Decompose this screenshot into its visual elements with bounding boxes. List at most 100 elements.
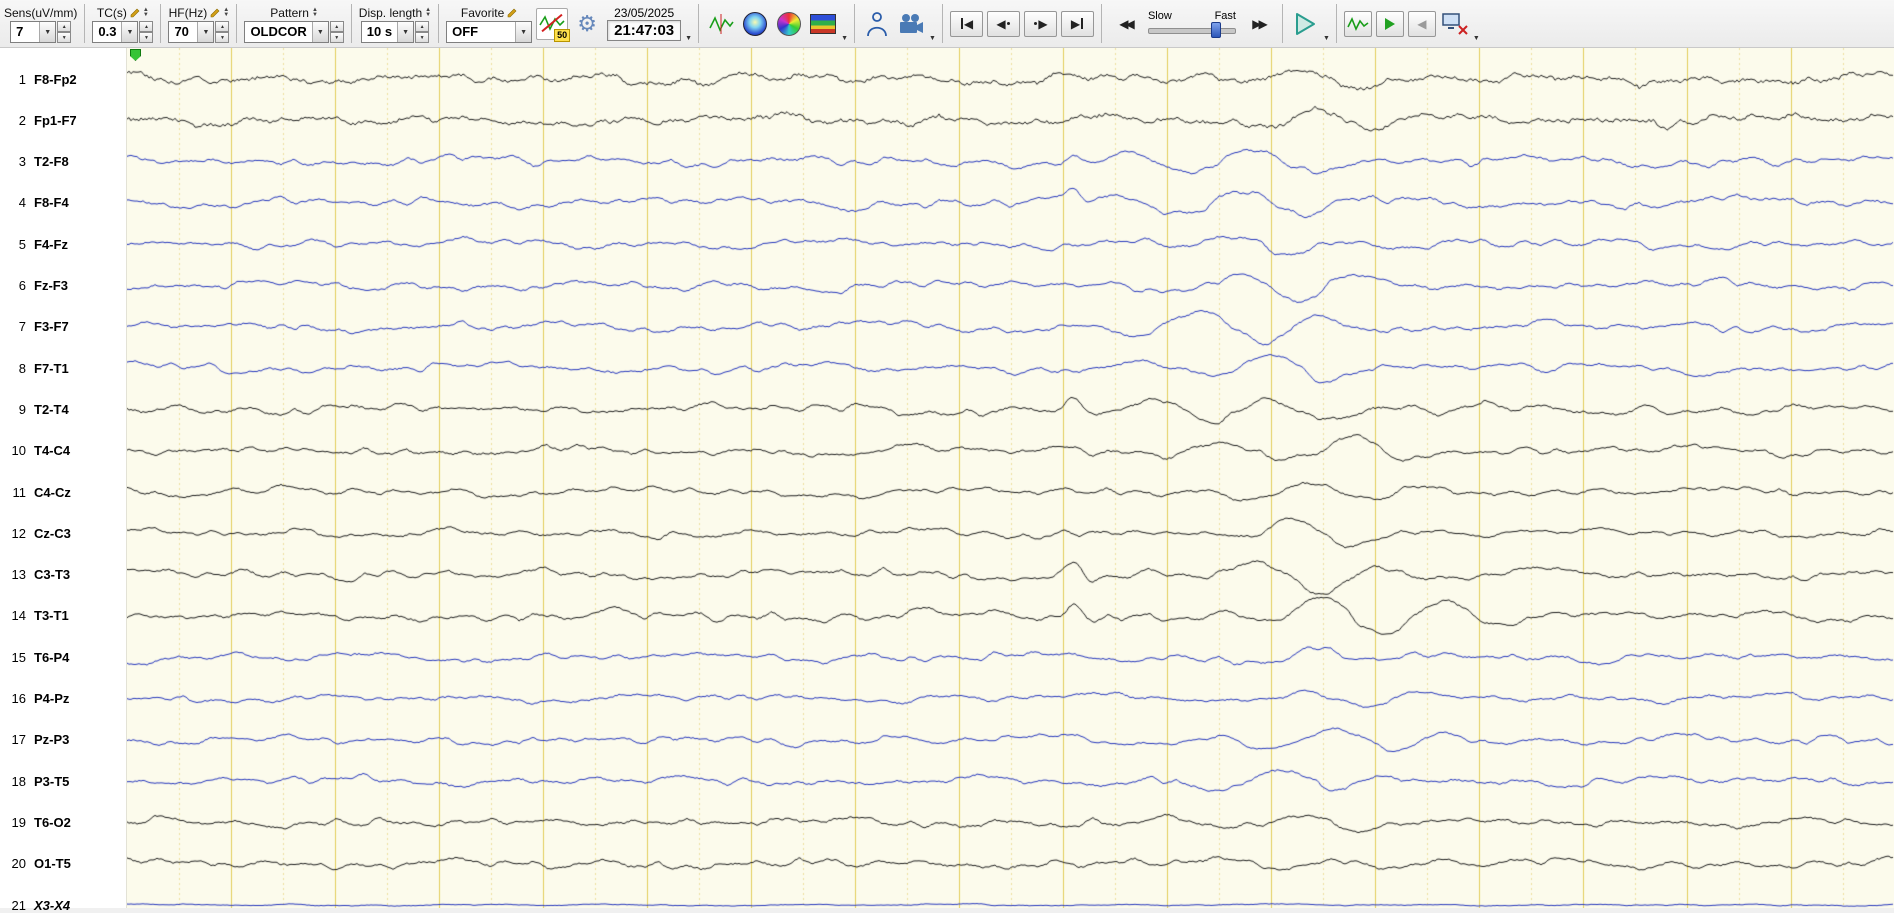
channel-label-row[interactable]: 2 Fp1-F7 [0, 112, 127, 128]
display-length-select[interactable]: 10 s ▼ [360, 21, 415, 43]
channel-number: 13 [11, 567, 26, 583]
channel-label-row[interactable]: 6 Fz-F3 [0, 278, 127, 294]
spin-up-icon[interactable]: ▲ [329, 21, 344, 32]
separator [854, 4, 856, 43]
channel-label-row[interactable]: 7 F3-F7 [0, 319, 127, 335]
pattern-mini-spinner[interactable]: ▲ ▼ [312, 7, 318, 18]
slider-handle[interactable] [1211, 21, 1222, 38]
spin-down-icon[interactable]: ▼ [139, 32, 154, 43]
spin-down-icon[interactable]: ▼ [215, 32, 230, 43]
chevron-down-icon[interactable]: ▼ [121, 22, 138, 42]
channel-number: 17 [11, 732, 26, 748]
tc-spinner[interactable]: ▲ ▼ [139, 21, 154, 43]
pencil-edit-icon[interactable] [210, 8, 220, 18]
channel-label-row[interactable]: 3 T2-F8 [0, 154, 127, 170]
notch-filter-button[interactable]: 50 [536, 7, 571, 42]
hf-select[interactable]: 70 ▼ [168, 21, 215, 43]
pattern-control-group: Pattern ▲ ▼ OLDCOR ▼ ▲ ▼ [242, 4, 345, 43]
channel-label: F3-F7 [34, 319, 69, 335]
topo-map-button[interactable] [740, 9, 770, 39]
spin-up-icon[interactable]: ▲ [215, 21, 230, 32]
chevron-down-icon[interactable]: ▼ [515, 22, 532, 42]
pencil-edit-icon[interactable] [130, 8, 140, 18]
tc-mini-spinner[interactable]: ▲ ▼ [143, 7, 149, 18]
toolbar: Sens(uV/mm) 7 ▼ ▲ ▼ TC(s) ▲ ▼ 0.3 ▼ ▲ ▼ HF(… [0, 0, 1894, 48]
network-settings-button[interactable] [1440, 9, 1470, 39]
color-map-button[interactable] [774, 9, 804, 39]
channel-label-row[interactable]: 9 T2-T4 [0, 401, 127, 417]
chevron-down-icon[interactable]: ▼ [39, 22, 56, 42]
review-waveform-button[interactable] [1343, 10, 1372, 37]
prev-page-button[interactable]: ◀ [986, 10, 1020, 37]
favorite-label: Favorite [460, 5, 505, 20]
play-button[interactable] [1290, 9, 1320, 39]
favorite-select[interactable]: OFF ▼ [446, 21, 533, 43]
pencil-edit-icon[interactable] [507, 8, 517, 18]
auto-play-button[interactable] [1375, 10, 1404, 37]
slider-track[interactable] [1147, 21, 1236, 38]
step-back-button[interactable]: ◀ [1407, 10, 1436, 37]
display-length-spinner[interactable]: ▲ ▼ [415, 21, 430, 43]
channel-label: Cz-C3 [34, 525, 71, 541]
channel-label-row[interactable]: 19 T6-O2 [0, 814, 127, 830]
channel-label: T6-O2 [34, 814, 71, 830]
spin-down-icon[interactable]: ▼ [57, 32, 72, 43]
video-button[interactable] [896, 9, 926, 39]
chevron-down-icon[interactable]: ▼ [929, 35, 936, 46]
channel-label-row[interactable]: 20 O1-T5 [0, 856, 127, 872]
sens-spinner[interactable]: ▲ ▼ [57, 21, 72, 43]
display-length-mini-spinner[interactable]: ▲ ▼ [425, 7, 431, 18]
eeg-trace-canvas[interactable] [127, 48, 1894, 908]
first-page-button[interactable]: ◀ [949, 10, 983, 37]
channel-label-row[interactable]: 14 T3-T1 [0, 608, 127, 624]
spin-up-icon[interactable]: ▲ [57, 21, 72, 32]
spin-down-icon[interactable]: ▼ [329, 32, 344, 43]
rewind-button[interactable]: ◀◀ [1109, 11, 1142, 37]
spin-up-icon[interactable]: ▲ [139, 21, 154, 32]
channel-label-row[interactable]: 17 Pz-P3 [0, 732, 127, 748]
spin-down-icon[interactable]: ▼ [415, 32, 430, 43]
chevron-down-icon[interactable]: ▼ [1323, 35, 1330, 46]
chevron-down-icon[interactable]: ▼ [841, 35, 848, 46]
hf-mini-spinner[interactable]: ▲ ▼ [223, 7, 229, 18]
channel-number: 9 [18, 401, 26, 417]
chevron-down-icon[interactable]: ▼ [685, 35, 692, 46]
montage-settings-button[interactable]: ⚙ [572, 9, 602, 39]
channel-label-row[interactable]: 8 F7-T1 [0, 360, 127, 376]
channel-label: P3-T5 [34, 773, 70, 789]
sens-select[interactable]: 7 ▼ [10, 21, 57, 43]
channel-label-row[interactable]: 4 F8-F4 [0, 195, 127, 211]
channel-number: 12 [11, 525, 26, 541]
chevron-down-icon[interactable]: ▼ [1473, 35, 1480, 46]
chevron-down-icon[interactable]: ▼ [197, 22, 214, 42]
last-page-button[interactable]: ▶ [1060, 10, 1094, 37]
channel-label-row[interactable]: 1 F8-Fp2 [0, 71, 127, 87]
fast-forward-button[interactable]: ▶▶ [1242, 11, 1275, 37]
channel-label-row[interactable]: 13 C3-T3 [0, 567, 127, 583]
spin-up-icon[interactable]: ▲ [415, 21, 430, 32]
tc-select[interactable]: 0.3 ▼ [92, 21, 139, 43]
chevron-down-icon[interactable]: ▼ [311, 22, 328, 42]
channel-number: 5 [18, 236, 26, 252]
pattern-select[interactable]: OLDCOR ▼ [244, 21, 329, 43]
pattern-label: Pattern [270, 5, 309, 20]
hf-spinner[interactable]: ▲ ▼ [215, 21, 230, 43]
channel-label-row[interactable]: 10 T4-C4 [0, 443, 127, 459]
pattern-spinner[interactable]: ▲ ▼ [329, 21, 344, 43]
network-computer-icon [1442, 12, 1468, 35]
channel-label-row[interactable]: 12 Cz-C3 [0, 525, 127, 541]
eeg-display-area: 1 F8-Fp2 2 Fp1-F7 3 T2-F8 4 F8-F4 5 F4-Fz 6 Fz-F3 7 F… [0, 48, 1894, 913]
channel-label-row[interactable]: 21 X3-X4 [0, 897, 127, 913]
next-page-button[interactable]: ▶ [1023, 10, 1057, 37]
patient-info-button[interactable] [862, 9, 892, 39]
channel-label-row[interactable]: 5 F4-Fz [0, 236, 127, 252]
separator [1335, 4, 1337, 43]
channel-label-row[interactable]: 11 C4-Cz [0, 484, 127, 500]
channel-label-row[interactable]: 15 T6-P4 [0, 649, 127, 665]
channel-label-row[interactable]: 16 P4-Pz [0, 691, 127, 707]
chevron-down-icon[interactable]: ▼ [397, 22, 414, 42]
trend-view-button[interactable] [706, 9, 736, 39]
dsa-view-button[interactable] [808, 9, 838, 39]
channel-label-row[interactable]: 18 P3-T5 [0, 773, 127, 789]
speed-slider[interactable]: Slow Fast [1147, 10, 1236, 38]
